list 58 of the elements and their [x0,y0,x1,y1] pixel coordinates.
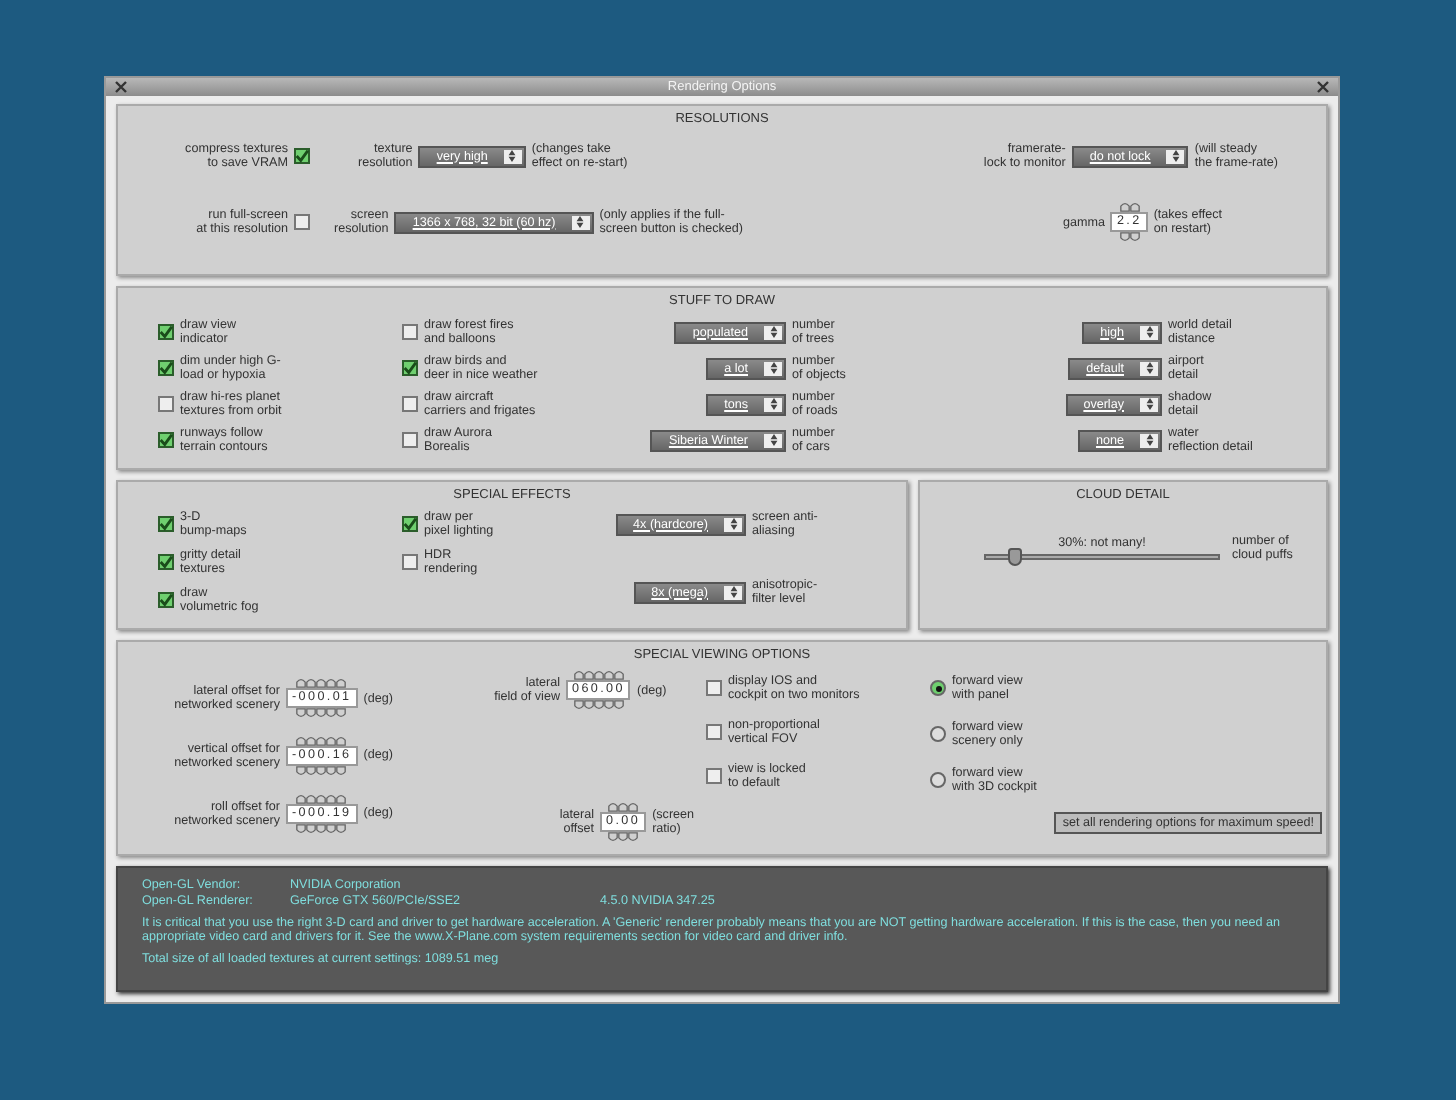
dropdown-arrow-icon [764,397,782,411]
check-icon [158,432,174,448]
dropdown-arrow-icon [764,325,782,339]
down-arrows-icon[interactable] [573,700,624,710]
up-arrows-icon[interactable] [1119,202,1140,212]
dropdown-arrow-icon [1166,149,1185,163]
dropdown-arrow-icon [764,361,782,375]
checkbox[interactable] [706,680,722,696]
checkbox[interactable] [402,360,418,376]
up-arrows-icon[interactable] [608,802,639,812]
check-icon [158,554,174,570]
check-icon [158,360,174,376]
checkbox[interactable] [158,396,174,412]
up-arrows-icon[interactable] [296,678,347,689]
dropdown-arrow-icon [571,215,590,229]
checkbox[interactable] [402,396,418,412]
dropdown-arrow-icon [503,149,522,163]
radio-button[interactable] [930,772,946,788]
down-arrows-icon[interactable] [296,708,347,719]
checkbox[interactable] [706,768,722,784]
checkbox[interactable] [402,516,418,532]
dropdown-arrow-icon [724,585,742,599]
check-icon [402,516,418,532]
checkbox[interactable] [158,432,174,448]
checkbox[interactable] [402,554,418,570]
dropdown-arrow-icon [764,433,782,447]
dropdown-arrow-icon [1140,361,1158,375]
down-arrows-icon[interactable] [1119,232,1140,242]
down-arrows-icon[interactable] [296,823,347,834]
check-icon [158,324,174,340]
checkbox[interactable] [158,324,174,340]
checkbox[interactable] [158,592,174,608]
check-icon [402,360,418,376]
dropdown-arrow-icon [1140,397,1158,411]
checkbox[interactable] [158,554,174,570]
dropdown-arrow-icon [1140,325,1158,339]
down-arrows-icon[interactable] [608,832,639,842]
up-arrows-icon[interactable] [296,735,347,746]
checkbox[interactable] [158,516,174,532]
up-arrows-icon[interactable] [573,670,624,680]
dropdown-arrow-icon [724,517,742,531]
checkbox[interactable] [294,148,310,164]
down-arrows-icon[interactable] [296,765,347,776]
checkbox[interactable] [402,324,418,340]
close-icon[interactable] [114,80,128,94]
checkbox[interactable] [402,432,418,448]
radio-button[interactable] [930,726,946,742]
checkbox[interactable] [294,214,310,230]
check-icon [158,516,174,532]
radio-button[interactable] [930,680,946,696]
check-icon [158,592,174,608]
dropdown-arrow-icon [1140,433,1158,447]
slider-thumb[interactable] [1007,548,1022,566]
check-icon [294,148,310,164]
checkbox[interactable] [158,360,174,376]
checkbox[interactable] [706,724,722,740]
up-arrows-icon[interactable] [296,793,347,804]
close-icon[interactable] [1315,80,1330,94]
